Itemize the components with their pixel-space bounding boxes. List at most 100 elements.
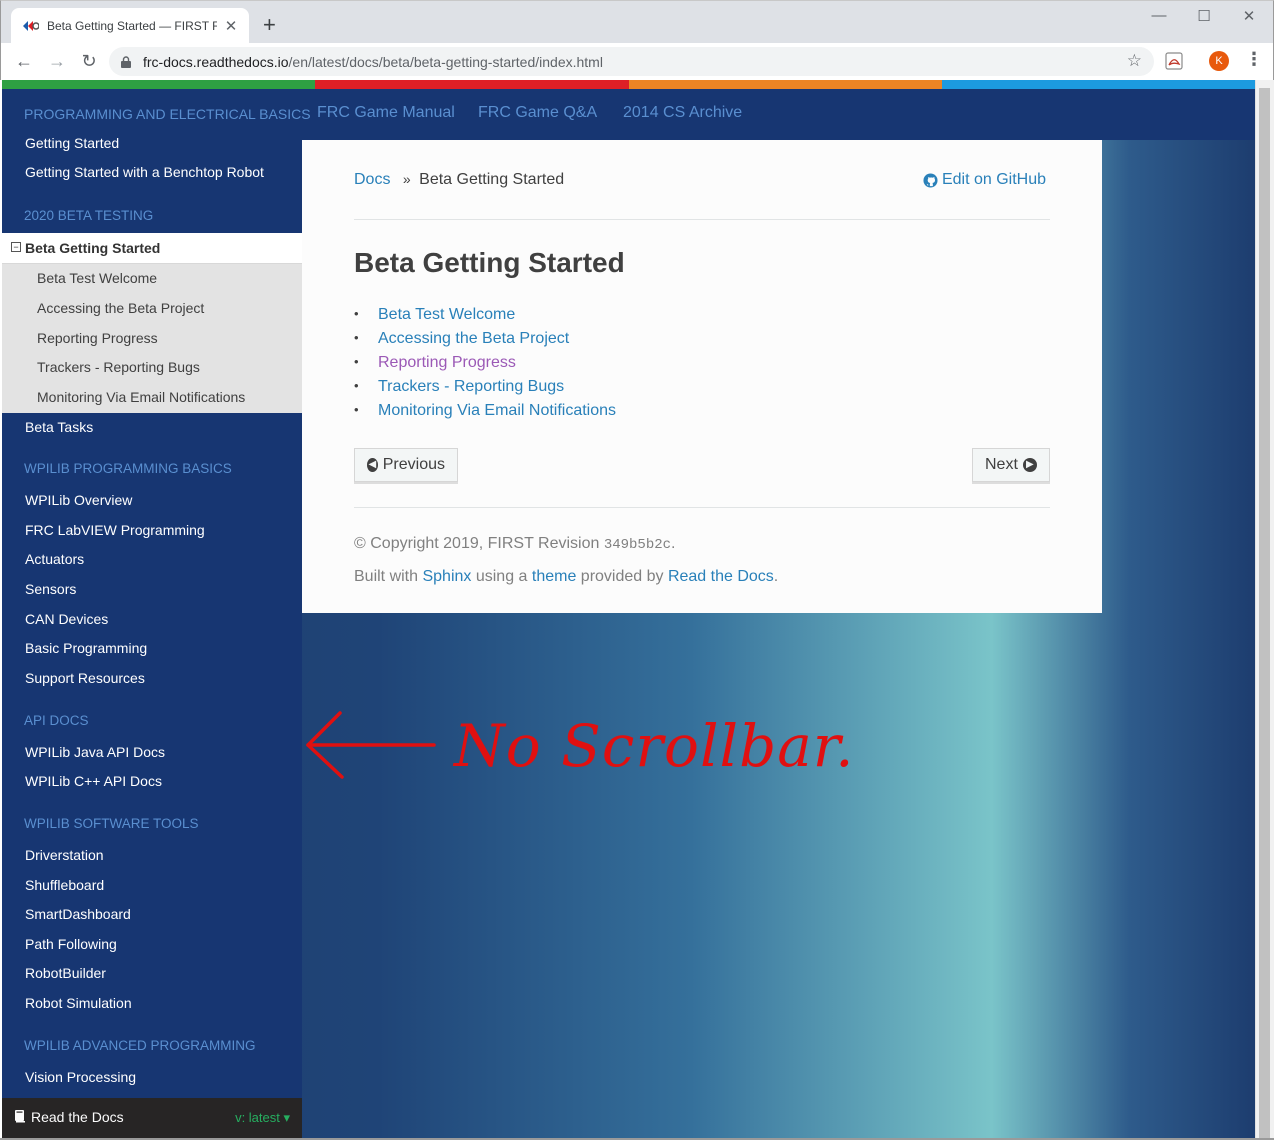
github-icon	[923, 172, 938, 188]
color-stripe	[2, 80, 1255, 89]
sidebar-item-robotbuilder[interactable]: RobotBuilder	[25, 965, 106, 981]
sidebar-subitem-email-notifications[interactable]: Monitoring Via Email Notifications	[37, 389, 245, 405]
edit-on-github-label: Edit on GitHub	[941, 171, 1046, 188]
sidebar-item-getting-started[interactable]: Getting Started	[25, 135, 119, 151]
url-host: frc-docs.readthedocs.io	[143, 53, 289, 70]
sphinx-link[interactable]: Sphinx	[422, 568, 471, 585]
sidebar-item-labview[interactable]: FRC LabVIEW Programming	[25, 522, 205, 538]
sidebar-item-robot-simulation[interactable]: Robot Simulation	[25, 995, 132, 1011]
footer-copyright: © Copyright 2019, FIRST Revision 349b5b2…	[354, 535, 676, 553]
sidebar-subitem-reporting-progress[interactable]: Reporting Progress	[37, 330, 158, 346]
book-icon	[15, 1110, 25, 1123]
toc-link-beta-test-welcome[interactable]: Beta Test Welcome	[362, 306, 515, 323]
sidebar-caption-software-tools: WPILIB SOFTWARE TOOLS	[24, 816, 199, 831]
top-navigation: PROGRAMMING AND ELECTRICAL BASICS FRC Ga…	[2, 89, 1255, 140]
topnav-link-game-manual[interactable]: FRC Game Manual	[317, 104, 455, 122]
browser-tab[interactable]: Beta Getting Started — FIRST Ro ✕	[11, 8, 249, 44]
breadcrumb-current: Beta Getting Started	[419, 171, 565, 188]
pdf-extension-icon[interactable]	[1165, 52, 1183, 70]
bookmark-star-icon[interactable]: ☆	[1127, 51, 1142, 71]
theme-link[interactable]: theme	[532, 568, 576, 585]
topnav-link-game-qa[interactable]: FRC Game Q&A	[478, 104, 597, 122]
sidebar-item-can-devices[interactable]: CAN Devices	[25, 611, 108, 627]
sidebar-item-beta-getting-started[interactable]: − Beta Getting Started	[2, 233, 302, 264]
toc-link-email-notifications[interactable]: Monitoring Via Email Notifications	[362, 402, 616, 419]
reload-button[interactable]: ↻	[78, 51, 100, 71]
browser-menu-icon[interactable]: ⋮	[1245, 49, 1263, 70]
collapse-toggle-icon[interactable]: −	[11, 242, 21, 252]
sidebar-item-java-api[interactable]: WPILib Java API Docs	[25, 744, 165, 760]
forward-button[interactable]: →	[46, 51, 68, 71]
toc-item: Accessing the Beta Project	[354, 330, 569, 348]
browser-toolbar: ← → ↻ frc-docs.readthedocs.io/en/latest/…	[0, 43, 1274, 80]
edit-on-github-link[interactable]: Edit on GitHub	[923, 171, 1046, 189]
sidebar-current-section: − Beta Getting Started Beta Test Welcome…	[2, 233, 302, 413]
sidebar-item-shuffleboard[interactable]: Shuffleboard	[25, 877, 104, 893]
breadcrumb: Docs » Beta Getting Started	[354, 171, 564, 189]
sidebar-item-support-resources[interactable]: Support Resources	[25, 670, 145, 686]
maximize-button[interactable]: ☐	[1194, 7, 1214, 25]
toc-link-accessing-beta[interactable]: Accessing the Beta Project	[362, 330, 569, 347]
toc-item: Beta Test Welcome	[354, 306, 515, 324]
toc-link-reporting-progress[interactable]: Reporting Progress	[362, 354, 516, 371]
browser-tab-strip: Beta Getting Started — FIRST Ro ✕ + — ☐ …	[0, 0, 1274, 44]
tab-title: Beta Getting Started — FIRST Ro	[47, 19, 217, 33]
rtd-version-bar[interactable]: Read the Docs v: latest ▾	[2, 1098, 302, 1138]
built-with-text: Built with	[354, 568, 423, 585]
breadcrumb-separator: »	[402, 171, 411, 187]
version-selector[interactable]: v: latest ▾	[235, 1110, 290, 1126]
sidebar-caption-advanced: WPILIB ADVANCED PROGRAMMING	[24, 1038, 256, 1053]
tab-close-icon[interactable]: ✕	[223, 17, 239, 35]
address-bar[interactable]: frc-docs.readthedocs.io/en/latest/docs/b…	[109, 47, 1154, 76]
copyright-period: .	[671, 535, 676, 552]
sidebar-item-path-following[interactable]: Path Following	[25, 936, 117, 952]
sidebar-item-cpp-api[interactable]: WPILib C++ API Docs	[25, 773, 162, 789]
red-arrow-icon	[306, 711, 436, 779]
sidebar-subitem-trackers[interactable]: Trackers - Reporting Bugs	[37, 359, 200, 375]
toc-link-trackers[interactable]: Trackers - Reporting Bugs	[362, 378, 564, 395]
footer-built-with: Built with Sphinx using a theme provided…	[354, 568, 778, 586]
sidebar-subitem-accessing-beta[interactable]: Accessing the Beta Project	[37, 300, 204, 316]
read-the-docs-link[interactable]: Read the Docs	[668, 568, 774, 585]
built-period: .	[773, 568, 779, 585]
sidebar-item-sensors[interactable]: Sensors	[25, 581, 76, 597]
using-a-text: using a	[471, 568, 532, 585]
stripe-blue	[941, 80, 1255, 89]
new-tab-button[interactable]: +	[263, 14, 276, 36]
sidebar-item-wpilib-overview[interactable]: WPILib Overview	[25, 492, 132, 508]
first-logo-icon	[23, 21, 39, 31]
sidebar-caption-beta: 2020 BETA TESTING	[24, 208, 154, 223]
breadcrumb-docs-link[interactable]: Docs	[354, 171, 390, 188]
provided-by-text: provided by	[576, 568, 668, 585]
sidebar-item-actuators[interactable]: Actuators	[25, 551, 84, 567]
minimize-button[interactable]: —	[1149, 7, 1169, 24]
next-button[interactable]: Next ▶	[972, 448, 1050, 482]
sidebar-item-vision-processing[interactable]: Vision Processing	[25, 1069, 136, 1085]
profile-avatar[interactable]: K	[1209, 51, 1229, 71]
header-divider	[354, 219, 1050, 220]
annotation-text: No Scrollbar.	[454, 712, 855, 780]
sidebar-nav: Getting Started Getting Started with a B…	[2, 135, 302, 1098]
topnav-section-caption[interactable]: PROGRAMMING AND ELECTRICAL BASICS	[24, 106, 311, 122]
sidebar-item-beta-tasks[interactable]: Beta Tasks	[25, 419, 93, 435]
previous-button[interactable]: ◀ Previous	[354, 448, 458, 482]
sidebar-item-basic-programming[interactable]: Basic Programming	[25, 640, 147, 656]
window-close-button[interactable]: ✕	[1239, 7, 1259, 25]
toc-item: Trackers - Reporting Bugs	[354, 378, 564, 396]
sidebar-subitem-beta-test-welcome[interactable]: Beta Test Welcome	[37, 270, 157, 286]
sidebar-item-driverstation[interactable]: Driverstation	[25, 847, 104, 863]
previous-label: Previous	[382, 456, 445, 473]
toc-item: Monitoring Via Email Notifications	[354, 402, 616, 420]
sidebar-item-smartdashboard[interactable]: SmartDashboard	[25, 906, 131, 922]
browser-scrollbar[interactable]	[1255, 80, 1274, 1140]
footer-divider	[354, 507, 1050, 508]
sidebar-caption-wpilib-basics: WPILIB PROGRAMMING BASICS	[24, 461, 232, 476]
back-button[interactable]: ←	[13, 51, 35, 71]
toc-item: Reporting Progress	[354, 354, 516, 372]
stripe-red	[315, 80, 629, 89]
topnav-link-cs-archive[interactable]: 2014 CS Archive	[623, 104, 742, 122]
sidebar-item-benchtop-robot[interactable]: Getting Started with a Benchtop Robot	[25, 164, 264, 180]
arrow-circle-left-icon: ◀	[367, 458, 378, 472]
scrollbar-thumb[interactable]	[1259, 88, 1270, 1140]
stripe-orange	[628, 80, 942, 89]
